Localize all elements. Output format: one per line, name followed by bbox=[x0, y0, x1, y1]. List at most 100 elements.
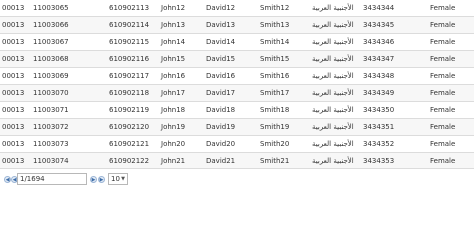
middle-name-cell: David16 bbox=[206, 72, 236, 80]
id-cell: 11003066 bbox=[33, 21, 69, 29]
last-name-cell: Smith20 bbox=[260, 140, 290, 148]
first-name-cell: John15 bbox=[161, 55, 186, 63]
nationality-cell: الأجنبية العربية bbox=[312, 157, 354, 165]
middle-name-cell: David15 bbox=[206, 55, 236, 63]
page-number-input[interactable] bbox=[17, 173, 87, 185]
id-cell: 11003069 bbox=[33, 72, 69, 80]
table-row[interactable]: 00013 11003068 610902116 John15 David15 Smith… bbox=[0, 51, 474, 68]
first-name-cell: John17 bbox=[161, 89, 186, 97]
group-cell: 00013 bbox=[2, 123, 25, 131]
phone-cell: 3434344 bbox=[363, 4, 395, 12]
middle-name-cell: David19 bbox=[206, 123, 236, 131]
gender-cell: Female bbox=[430, 89, 456, 97]
gender-cell: Female bbox=[430, 140, 456, 148]
last-name-cell: Smith21 bbox=[260, 157, 290, 165]
table-row[interactable]: 00013 11003072 610902120 John19 David19 Smith… bbox=[0, 119, 474, 136]
id-cell: 11003071 bbox=[33, 106, 69, 114]
phone-cell: 3434350 bbox=[363, 106, 395, 114]
number-cell: 610902118 bbox=[109, 89, 150, 97]
last-name-cell: Smith12 bbox=[260, 4, 290, 12]
number-cell: 610902116 bbox=[109, 55, 150, 63]
group-cell: 00013 bbox=[2, 140, 25, 148]
last-page-button[interactable]: ▶ bbox=[98, 176, 105, 183]
middle-name-cell: David14 bbox=[206, 38, 236, 46]
phone-cell: 3434349 bbox=[363, 89, 395, 97]
phone-cell: 3434346 bbox=[363, 38, 395, 46]
number-cell: 610902114 bbox=[109, 21, 150, 29]
last-name-cell: Smith16 bbox=[260, 72, 290, 80]
phone-cell: 3434353 bbox=[363, 157, 395, 165]
table-row[interactable]: 00013 11003069 610902117 John16 David16 Smith… bbox=[0, 68, 474, 85]
first-name-cell: John13 bbox=[161, 21, 186, 29]
nationality-cell: الأجنبية العربية bbox=[312, 89, 354, 97]
phone-cell: 3434345 bbox=[363, 21, 395, 29]
last-name-cell: Smith17 bbox=[260, 89, 290, 97]
group-cell: 00013 bbox=[2, 106, 25, 114]
pagination-bar: ◀ ◀ ▶ ▶ 10 ▼ bbox=[0, 168, 474, 200]
group-cell: 00013 bbox=[2, 38, 25, 46]
middle-name-cell: David13 bbox=[206, 21, 236, 29]
page-size-value: 10 bbox=[111, 175, 120, 183]
id-cell: 11003068 bbox=[33, 55, 69, 63]
number-cell: 610902120 bbox=[109, 123, 150, 131]
first-name-cell: John21 bbox=[161, 157, 186, 165]
gender-cell: Female bbox=[430, 38, 456, 46]
first-name-cell: John20 bbox=[161, 140, 186, 148]
nationality-cell: الأجنبية العربية bbox=[312, 4, 354, 12]
nationality-cell: الأجنبية العربية bbox=[312, 123, 354, 131]
table-row[interactable]: 00013 11003070 610902118 John17 David17 Smith… bbox=[0, 85, 474, 102]
next-page-button[interactable]: ▶ bbox=[90, 176, 97, 183]
group-cell: 00013 bbox=[2, 55, 25, 63]
page-size-select[interactable]: 10 ▼ bbox=[108, 173, 128, 185]
chevron-down-icon: ▼ bbox=[121, 176, 125, 182]
table-row[interactable]: 00013 11003071 610902119 John18 David18 Smith… bbox=[0, 102, 474, 119]
gender-cell: Female bbox=[430, 157, 456, 165]
id-cell: 11003070 bbox=[33, 89, 69, 97]
table-row[interactable]: 00013 11003066 610902114 John13 David13 Smith… bbox=[0, 17, 474, 34]
number-cell: 610902121 bbox=[109, 140, 150, 148]
middle-name-cell: David18 bbox=[206, 106, 236, 114]
nationality-cell: الأجنبية العربية bbox=[312, 72, 354, 80]
gender-cell: Female bbox=[430, 106, 456, 114]
phone-cell: 3434347 bbox=[363, 55, 395, 63]
last-name-cell: Smith15 bbox=[260, 55, 290, 63]
number-cell: 610902119 bbox=[109, 106, 150, 114]
middle-name-cell: David12 bbox=[206, 4, 236, 12]
gender-cell: Female bbox=[430, 4, 456, 12]
id-cell: 11003073 bbox=[33, 140, 69, 148]
phone-cell: 3434352 bbox=[363, 140, 395, 148]
group-cell: 00013 bbox=[2, 72, 25, 80]
gender-cell: Female bbox=[430, 123, 456, 131]
number-cell: 610902113 bbox=[109, 4, 150, 12]
first-page-button[interactable]: ◀ bbox=[4, 176, 11, 183]
table-row[interactable]: 00013 11003067 610902115 John14 David14 Smith… bbox=[0, 34, 474, 51]
middle-name-cell: David21 bbox=[206, 157, 236, 165]
group-cell: 00013 bbox=[2, 21, 25, 29]
first-name-cell: John18 bbox=[161, 106, 186, 114]
gender-cell: Female bbox=[430, 72, 456, 80]
first-name-cell: John16 bbox=[161, 72, 186, 80]
table-row[interactable]: 00013 11003073 610902121 John20 David20 Smith… bbox=[0, 136, 474, 153]
group-cell: 00013 bbox=[2, 157, 25, 165]
nationality-cell: الأجنبية العربية bbox=[312, 106, 354, 114]
middle-name-cell: David17 bbox=[206, 89, 236, 97]
last-name-cell: Smith19 bbox=[260, 123, 290, 131]
group-cell: 00013 bbox=[2, 89, 25, 97]
group-cell: 00013 bbox=[2, 4, 25, 12]
table-row[interactable]: 00013 11003065 610902113 John12 David12 Smith… bbox=[0, 0, 474, 17]
number-cell: 610902115 bbox=[109, 38, 150, 46]
id-cell: 11003074 bbox=[33, 157, 69, 165]
phone-cell: 3434351 bbox=[363, 123, 395, 131]
nationality-cell: الأجنبية العربية bbox=[312, 21, 354, 29]
nationality-cell: الأجنبية العربية bbox=[312, 38, 354, 46]
last-name-cell: Smith14 bbox=[260, 38, 290, 46]
first-name-cell: John14 bbox=[161, 38, 186, 46]
number-cell: 610902117 bbox=[109, 72, 150, 80]
first-name-cell: John19 bbox=[161, 123, 186, 131]
last-name-cell: Smith13 bbox=[260, 21, 290, 29]
middle-name-cell: David20 bbox=[206, 140, 236, 148]
number-cell: 610902122 bbox=[109, 157, 150, 165]
id-cell: 11003072 bbox=[33, 123, 69, 131]
gender-cell: Female bbox=[430, 21, 456, 29]
nationality-cell: الأجنبية العربية bbox=[312, 55, 354, 63]
